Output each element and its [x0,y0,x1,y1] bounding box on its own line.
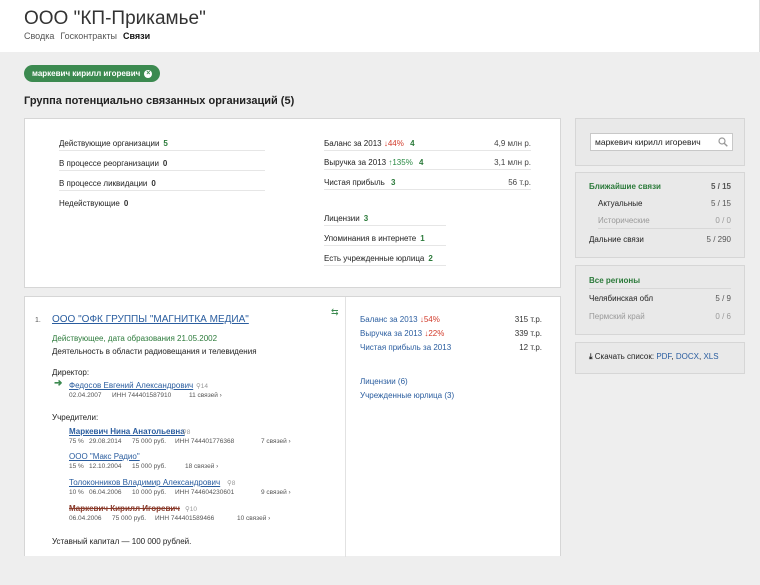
download-xls-link[interactable]: XLS [703,352,718,361]
regions-filter-panel: Все регионы Челябинская обл 5 / 9 Пермск… [575,265,745,335]
tabs: Сводка Госконтракты Связи [24,31,150,41]
swap-icon[interactable]: ⇆ [331,307,339,318]
founder-share: 75 % [69,438,84,445]
stat-inactive[interactable]: Недействующие 0 [59,197,265,211]
page-header: ООО "КП-Прикамье" Сводка Госконтракты Св… [0,0,760,52]
founder-share: 10 % [69,489,84,496]
founder-name-link[interactable]: Маркевич Нина Анатольевна [69,427,185,436]
founder-date: 06.04.2006 [89,489,122,496]
all-regions[interactable]: Все регионы [589,273,731,289]
historic-links[interactable]: Исторические 0 / 0 [598,213,731,229]
tab-links[interactable]: Связи [123,31,150,41]
filter-chip[interactable]: маркевич кирилл игоревич × [24,65,161,82]
stat-mentions[interactable]: Упоминания в интернете 1 [324,232,446,246]
founder-inn: ИНН 744401776368 [175,438,235,445]
founder-name-link[interactable]: ООО "Макс Радио" [69,452,140,461]
arrow-right-icon: ➜ [54,378,63,389]
org-founded-link[interactable]: Учрежденные юрлица (3) [360,391,454,400]
stat-active[interactable]: Действующие организации 5 [59,137,265,151]
founder-date: 06.04.2006 [69,515,102,522]
region-item[interactable]: Челябинская обл 5 / 9 [589,291,731,307]
org-activity: Деятельность в области радиовещания и те… [52,347,257,356]
founder-count: ⚲10 [185,506,197,513]
org-name-link[interactable]: ООО "ОФК ГРУППЫ "МАГНИТКА МЕДИА" [52,314,249,325]
download-row: ⤓ Скачать список: PDF, DOCX, XLS [589,352,719,361]
stat-licenses[interactable]: Лицензии 3 [324,212,446,226]
director-inn: ИНН 744401587910 [112,392,172,399]
stat-founded[interactable]: Есть учрежденные юрлица 2 [324,252,446,266]
founder-links[interactable]: 18 связей › [185,463,218,470]
search-box [590,133,733,151]
org-index: 1. [35,317,41,324]
founder-amount: 10 000 руб. [132,489,167,496]
founder-date: 12.10.2004 [89,463,122,470]
distant-links[interactable]: Дальние связи 5 / 290 [589,232,731,248]
actual-links[interactable]: Актуальные 5 / 15 [598,196,731,212]
fin-balance[interactable]: Баланс за 2013 ↓54% 315 т.р. [360,315,542,327]
founder-name-link[interactable]: Маркевич Кирилл Игоревич [69,504,180,513]
founder-name-link[interactable]: Толоконников Владимир Александрович [69,478,220,487]
founder-amount: 75 000 руб. [112,515,147,522]
download-docx-link[interactable]: DOCX [676,352,699,361]
director-date: 02.04.2007 [69,392,102,399]
founder-share: 15 % [69,463,84,470]
founder-links[interactable]: 10 связей › [237,515,270,522]
director-count: ⚲14 [196,383,208,390]
download-panel: ⤓ Скачать список: PDF, DOCX, XLS [575,342,745,374]
divider [345,297,346,557]
search-panel [575,118,745,166]
summary-panel: Действующие организации 5 В процессе реор… [24,118,561,288]
director-name-link[interactable]: Федосов Евгений Александрович [69,381,193,390]
stat-balance[interactable]: Баланс за 2013 ↓44% 4 4,9 млн р. [324,137,531,151]
founder-inn: ИНН 744401589466 [155,515,215,522]
filter-chip-label: маркевич кирилл игоревич [32,69,141,78]
close-icon[interactable]: × [144,69,153,78]
tab-summary[interactable]: Сводка [24,31,54,41]
company-title: ООО "КП-Прикамье" [24,8,206,29]
stat-revenue[interactable]: Выручка за 2013 ↑135% 4 3,1 млн р. [324,156,531,170]
search-icon[interactable] [718,137,728,147]
founder-links[interactable]: 7 связей › [261,438,291,445]
founders-label: Учредители: [52,413,99,422]
region-item[interactable]: Пермский край 0 / 6 [589,309,731,325]
founder-count: ⚲8 [227,480,236,487]
stat-profit[interactable]: Чистая прибыль 3 56 т.р. [324,176,531,190]
download-icon: ⤓ [589,352,593,361]
group-heading: Группа потенциально связанных организаци… [24,95,295,107]
founder-inn: ИНН 744604230601 [175,489,235,496]
stat-liquidation[interactable]: В процессе ликвидации 0 [59,177,265,191]
fin-profit[interactable]: Чистая прибыль за 2013 12 т.р. [360,343,542,355]
closest-links[interactable]: Ближайшие связи 5 / 15 [589,179,731,195]
founder-amount: 75 000 руб. [132,438,167,445]
founder-date: 29.08.2014 [89,438,122,445]
founder-count: ⚲8 [182,429,191,436]
director-label: Директор: [52,368,90,377]
org-capital: Уставный капитал — 100 000 рублей. [52,537,192,546]
search-input[interactable] [591,134,715,150]
org-licenses-link[interactable]: Лицензии (6) [360,377,408,386]
fin-revenue[interactable]: Выручка за 2013 ↓22% 339 т.р. [360,329,542,341]
organization-card: 1. ООО "ОФК ГРУППЫ "МАГНИТКА МЕДИА" ⇆ Де… [24,296,561,557]
tab-contracts[interactable]: Госконтракты [60,31,117,41]
director-links[interactable]: 11 связей › [189,392,222,399]
stat-reorganization[interactable]: В процессе реорганизации 0 [59,157,265,171]
founder-links[interactable]: 9 связей › [261,489,291,496]
org-status: Действующее, дата образования 21.05.2002 [52,334,218,343]
links-filter-panel: Ближайшие связи 5 / 15 Актуальные 5 / 15… [575,172,745,258]
founder-amount: 15 000 руб. [132,463,167,470]
download-pdf-link[interactable]: PDF [656,352,671,361]
